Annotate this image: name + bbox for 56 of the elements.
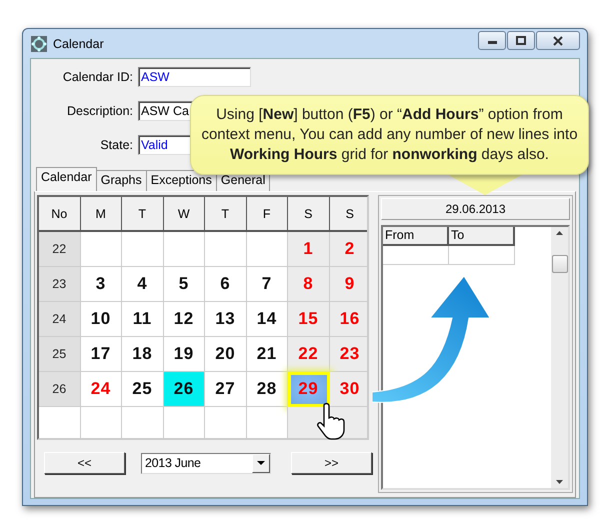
table-cell (449, 246, 515, 265)
week-number: 23 (39, 267, 80, 302)
week-number: 26 (39, 372, 80, 407)
maximize-icon (516, 36, 526, 45)
previous-button[interactable]: << (44, 452, 125, 474)
column-header: S (330, 197, 367, 232)
column-header: To (449, 227, 515, 246)
empty-cell (122, 232, 164, 267)
column-header: From (383, 227, 449, 246)
app-icon (30, 34, 48, 52)
day-cell[interactable]: 10 (80, 302, 122, 337)
week-number: 24 (39, 302, 80, 337)
column-header: W (164, 197, 205, 232)
input-field[interactable]: ASW (138, 67, 251, 87)
maximize-button[interactable] (507, 31, 535, 50)
empty-cell (164, 232, 205, 267)
close-icon (553, 36, 563, 46)
day-cell[interactable]: 12 (164, 302, 205, 337)
window-title: Calendar (53, 36, 104, 50)
field-label: State: (99, 138, 133, 152)
field-label: Calendar ID: (62, 70, 133, 84)
day-cell[interactable]: 18 (122, 337, 164, 372)
empty-cell (205, 232, 246, 267)
day-cell[interactable]: 11 (122, 302, 164, 337)
week-number: 25 (39, 337, 80, 372)
close-button[interactable] (536, 31, 580, 50)
day-cell[interactable]: 26 (164, 372, 205, 407)
day-cell[interactable]: 20 (205, 337, 246, 372)
column-header: M (80, 197, 122, 232)
column-header: F (246, 197, 288, 232)
dropdown-arrow-icon (257, 461, 265, 465)
day-cell[interactable]: 17 (80, 337, 122, 372)
day-cell[interactable]: 6 (205, 267, 246, 302)
day-cell[interactable]: 13 (205, 302, 246, 337)
column-header: No (39, 197, 80, 232)
column-header: T (205, 197, 246, 232)
day-cell[interactable]: 5 (164, 267, 205, 302)
day-cell[interactable]: 3 (80, 267, 122, 302)
field-label: Description: (66, 104, 133, 118)
column-header: T (122, 197, 164, 232)
scrollbar[interactable] (551, 227, 568, 488)
month-dropdown[interactable]: 2013 June (141, 452, 271, 474)
minimize-button[interactable] (478, 31, 506, 50)
callout-text: Using [New] button (F5) or “Add Hours” option from context menu, You can add any number of new lines into Working Hours grid for nonworking days also. (201, 105, 578, 165)
date-header: 29.06.2013 (381, 198, 570, 220)
day-cell[interactable]: 24 (80, 372, 122, 407)
day-cell[interactable]: 27 (205, 372, 246, 407)
scroll-up-icon (556, 231, 563, 235)
scroll-down-icon (556, 480, 563, 484)
day-cell[interactable]: 4 (122, 267, 164, 302)
table-cell (383, 246, 449, 265)
week-number: 22 (39, 232, 80, 267)
tab[interactable]: Calendar (36, 167, 97, 191)
scrollbar-thumb[interactable] (552, 254, 568, 272)
next-button[interactable]: >> (291, 452, 372, 474)
column-header: S (288, 197, 330, 232)
